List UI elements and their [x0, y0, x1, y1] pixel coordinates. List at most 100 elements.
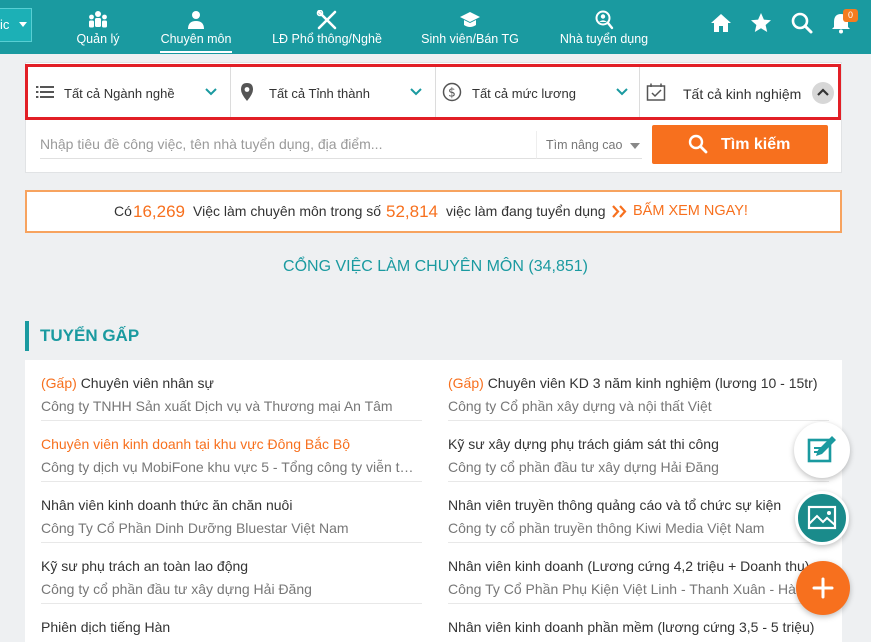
- user-search-icon: [595, 10, 614, 30]
- search-button-label: Tìm kiếm: [721, 136, 791, 153]
- job-title[interactable]: Nhân viên kinh doanh thức ăn chăn nuôi: [41, 497, 421, 513]
- chevron-down-icon: [205, 88, 217, 96]
- edit-icon: [807, 436, 836, 463]
- job-item[interactable]: Nhân viên kinh doanh thức ăn chăn nuôi C…: [41, 482, 422, 543]
- language-dropdown[interactable]: ic: [0, 8, 32, 42]
- job-item[interactable]: (Gấp) Chuyên viên KD 3 năm kinh nghiệm (…: [448, 360, 829, 421]
- company-name[interactable]: Công ty cổ phần đầu tư xây dựng Hải Đăng: [41, 581, 421, 597]
- job-item[interactable]: Nhân viên truyền thông quảng cáo và tổ c…: [448, 482, 829, 543]
- company-name[interactable]: Công ty TNHH Sản xuất Dịch vụ và Thương …: [41, 398, 421, 414]
- view-now-link[interactable]: BẤM XEM NGAY!: [633, 192, 748, 231]
- section-heading[interactable]: CỔNG VIỆC LÀM CHUYÊN MÔN (34,851): [0, 258, 871, 276]
- filter-row: Tất cả Ngành nghề Tất cả Tỉnh thành $ Tấ…: [25, 64, 841, 120]
- urgent-tag: (Gấp): [41, 375, 77, 391]
- chevron-up-icon: [817, 88, 829, 96]
- job-title[interactable]: (Gấp) Chuyên viên nhân sự: [41, 375, 421, 391]
- notification-badge: 0: [843, 9, 858, 22]
- search-input[interactable]: Nhập tiêu đề công việc, tên nhà tuyển dụ…: [40, 131, 536, 159]
- nav-label: Sinh viên/Bán TG: [421, 32, 519, 46]
- job-item[interactable]: (Gấp) Chuyên viên nhân sự Công ty TNHH S…: [41, 360, 422, 421]
- total-job-count: 52,814: [386, 202, 438, 221]
- nav-label: LĐ Phổ thông/Nghề: [272, 32, 382, 46]
- company-name[interactable]: Công Ty Cổ Phần Phụ Kiện Việt Linh - Tha…: [448, 581, 828, 597]
- caret-down-icon: [630, 143, 640, 149]
- job-title[interactable]: Nhân viên kinh doanh (Lương cứng 4,2 tri…: [448, 558, 828, 574]
- company-name[interactable]: Công ty dịch vụ MobiFone khu vực 5 - Tổn…: [41, 459, 421, 475]
- job-title[interactable]: Nhân viên truyền thông quảng cáo và tổ c…: [448, 497, 828, 513]
- chevron-down-icon: [410, 88, 422, 96]
- plus-icon: [812, 577, 834, 599]
- nav-item-specialist[interactable]: Chuyên môn: [160, 0, 232, 54]
- company-name[interactable]: Công ty cổ phần truyền thông Kiwi Media …: [448, 520, 828, 536]
- job-title-text: Chuyên viên KD 3 năm kinh nghiệm (lương …: [487, 375, 818, 391]
- star-icon[interactable]: [749, 11, 773, 35]
- collapse-filters-button[interactable]: [812, 82, 834, 104]
- job-item[interactable]: Kỹ sư xây dựng phụ trách giám sát thi cô…: [448, 421, 829, 482]
- nav-item-labor[interactable]: LĐ Phổ thông/Nghề: [271, 0, 383, 54]
- sitemap-icon: [89, 11, 107, 28]
- nav-item-employer[interactable]: Nhà tuyển dụng: [559, 0, 649, 54]
- job-item[interactable]: Phiên dịch tiếng Hàn: [41, 604, 421, 642]
- search-input-placeholder: Nhập tiêu đề công việc, tên nhà tuyển dụ…: [40, 136, 383, 152]
- add-button[interactable]: [796, 561, 850, 615]
- banner-prefix: Có: [114, 203, 132, 219]
- job-item[interactable]: Nhân viên kinh doanh (Lương cứng 4,2 tri…: [448, 543, 829, 604]
- industry-filter-label: Tất cả Ngành nghề: [64, 86, 175, 101]
- home-icon[interactable]: [709, 11, 733, 35]
- location-filter[interactable]: Tất cả Tỉnh thành: [231, 67, 435, 117]
- experience-filter-label: Tất cả kinh nghiệm: [683, 86, 802, 102]
- list-icon: [36, 86, 54, 98]
- chevron-down-icon: [616, 88, 628, 96]
- tools-icon: [316, 10, 337, 30]
- job-item[interactable]: Nhân viên kinh doanh phần mềm (lương cứn…: [448, 604, 828, 642]
- job-title[interactable]: (Gấp) Chuyên viên KD 3 năm kinh nghiệm (…: [448, 375, 828, 391]
- calendar-check-icon: [646, 83, 666, 101]
- urgent-jobs-title: TUYỂN GẤP: [25, 321, 139, 351]
- search-icon: [688, 134, 708, 154]
- active-indicator: [160, 51, 232, 53]
- banner-middle: Việc làm chuyên môn trong số: [193, 203, 382, 219]
- job-item[interactable]: Kỹ sư phụ trách an toàn lao động Công ty…: [41, 543, 422, 604]
- caret-down-icon: [19, 22, 27, 27]
- job-count-banner[interactable]: Có 16,269 Việc làm chuyên môn trong số 5…: [25, 190, 842, 233]
- nav-item-student[interactable]: Sinh viên/Bán TG: [421, 0, 519, 54]
- nav-label: Chuyên môn: [160, 32, 232, 46]
- company-name[interactable]: Công ty Cổ phần xây dựng và nội thất Việ…: [448, 398, 828, 414]
- industry-filter[interactable]: Tất cả Ngành nghề: [28, 67, 230, 117]
- salary-filter[interactable]: $ Tất cả mức lương: [436, 67, 639, 117]
- language-label: ic: [0, 17, 10, 32]
- company-name[interactable]: Công ty cổ phần đầu tư xây dựng Hải Đăng: [448, 459, 828, 475]
- dollar-circle-icon: $: [442, 82, 462, 102]
- job-item[interactable]: Chuyên viên kinh doanh tại khu vực Đông …: [41, 421, 422, 482]
- nav-label: Quản lý: [76, 32, 120, 46]
- urgent-tag: (Gấp): [448, 375, 484, 391]
- job-title[interactable]: Phiên dịch tiếng Hàn: [41, 619, 421, 635]
- advanced-search-label: Tìm nâng cao: [546, 138, 623, 152]
- double-chevron-right-icon: [612, 205, 627, 218]
- nav-label: Nhà tuyển dụng: [559, 32, 649, 46]
- job-title[interactable]: Chuyên viên kinh doanh tại khu vực Đông …: [41, 436, 421, 452]
- urgent-jobs-list: (Gấp) Chuyên viên nhân sự Công ty TNHH S…: [25, 360, 842, 642]
- post-cv-button[interactable]: [794, 422, 850, 478]
- nav-item-management[interactable]: Quản lý: [74, 0, 122, 54]
- salary-filter-label: Tất cả mức lương: [472, 86, 576, 101]
- advanced-search-dropdown[interactable]: Tìm nâng cao: [536, 131, 642, 159]
- search-button[interactable]: Tìm kiếm: [652, 125, 828, 164]
- svg-text:$: $: [448, 86, 456, 100]
- job-title[interactable]: Kỹ sư phụ trách an toàn lao động: [41, 558, 421, 574]
- image-folder-icon: [807, 505, 837, 530]
- job-title-text: Chuyên viên nhân sự: [80, 375, 214, 391]
- map-pin-icon: [241, 83, 253, 101]
- company-name[interactable]: Công Ty Cổ Phần Dinh Dưỡng Bluestar Việt…: [41, 520, 421, 536]
- graduation-cap-icon: [460, 12, 480, 27]
- user-icon: [188, 11, 204, 29]
- search-icon[interactable]: [790, 11, 814, 35]
- experience-filter[interactable]: Tất cả kinh nghiệm: [640, 67, 838, 117]
- location-filter-label: Tất cả Tỉnh thành: [269, 86, 370, 101]
- job-title[interactable]: Kỹ sư xây dựng phụ trách giám sát thi cô…: [448, 436, 828, 452]
- specialist-job-count: 16,269: [133, 202, 185, 221]
- banner-suffix: việc làm đang tuyển dụng: [446, 203, 606, 219]
- top-nav: ic Quản lý Chuyên môn LĐ Phổ thông/Nghề …: [0, 0, 871, 54]
- job-title[interactable]: Nhân viên kinh doanh phần mềm (lương cứn…: [448, 619, 828, 635]
- image-search-button[interactable]: [795, 491, 849, 545]
